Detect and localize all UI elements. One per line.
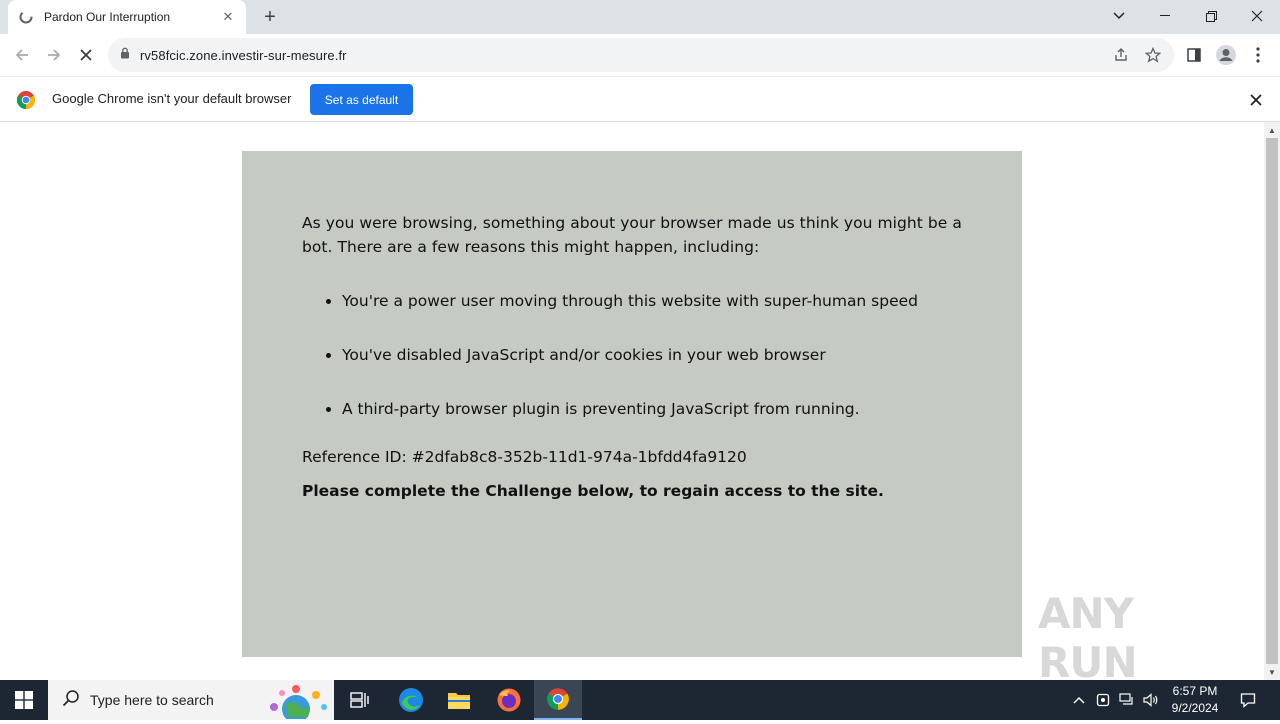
close-window-button[interactable] — [1234, 0, 1280, 32]
bookmark-star-icon[interactable] — [1138, 38, 1168, 72]
task-view-icon[interactable] — [336, 680, 384, 720]
forward-button[interactable] — [38, 39, 70, 71]
search-placeholder: Type here to search — [90, 692, 214, 708]
taskbar-search-box[interactable]: Type here to search — [48, 680, 334, 723]
minimize-button[interactable] — [1142, 0, 1188, 32]
watermark-text: ANY RUN — [1038, 589, 1138, 687]
scroll-down-icon[interactable]: ▼ — [1264, 664, 1280, 680]
set-as-default-button[interactable]: Set as default — [310, 84, 413, 115]
start-button[interactable] — [0, 680, 48, 720]
clock-time: 6:57 PM — [1172, 684, 1218, 698]
profile-avatar-icon[interactable] — [1210, 39, 1242, 71]
reference-id: Reference ID: #2dfab8c8-352b-11d1-974a-1… — [302, 448, 747, 466]
share-icon[interactable] — [1106, 38, 1136, 72]
list-item: A third-party browser plugin is preventi… — [342, 397, 962, 421]
edge-icon[interactable] — [387, 680, 435, 720]
notifications-icon[interactable] — [1234, 680, 1262, 720]
volume-icon[interactable] — [1140, 680, 1162, 720]
tab-search-icon[interactable] — [1096, 0, 1142, 32]
new-tab-button[interactable]: + — [258, 6, 282, 28]
challenge-prompt: Please complete the Challenge below, to … — [302, 482, 884, 500]
clock-date: 9/2/2024 — [1171, 701, 1219, 715]
restore-button[interactable] — [1188, 0, 1234, 32]
loading-favicon-icon — [18, 9, 34, 25]
earth-doodle-icon — [260, 683, 330, 724]
tab-strip: Pardon Our Interruption ✕ + — [0, 0, 1280, 34]
chrome-logo-icon — [16, 90, 36, 110]
firefox-icon[interactable] — [485, 680, 533, 720]
scroll-thumb[interactable] — [1266, 138, 1278, 664]
address-bar[interactable]: rv58fcic.zone.investir-sur-mesure.fr — [108, 38, 1174, 72]
tab-title: Pardon Our Interruption — [44, 10, 171, 24]
bot-challenge-card: As you were browsing, something about yo… — [242, 151, 1022, 657]
anyrun-watermark: ANY RUN — [1038, 589, 1238, 687]
infobar-message: Google Chrome isn't your default browser — [52, 91, 292, 106]
scroll-up-icon[interactable]: ▲ — [1264, 122, 1280, 138]
back-button[interactable] — [6, 39, 38, 71]
tray-chevron-up-icon[interactable] — [1068, 680, 1090, 720]
taskbar-clock[interactable]: 6:57 PM 9/2/2024 — [1160, 683, 1230, 717]
stop-loading-button[interactable] — [70, 39, 102, 71]
url-text[interactable]: rv58fcic.zone.investir-sur-mesure.fr — [140, 48, 347, 63]
side-panel-icon[interactable] — [1178, 39, 1210, 71]
infobar-close-icon[interactable] — [1246, 90, 1266, 110]
browser-tab[interactable]: Pardon Our Interruption ✕ — [8, 0, 246, 34]
chrome-icon[interactable] — [534, 680, 582, 720]
tab-close-icon[interactable]: ✕ — [220, 9, 236, 25]
intro-text: As you were browsing, something about yo… — [302, 214, 962, 256]
default-browser-infobar: Google Chrome isn't your default browser… — [0, 76, 1280, 122]
reasons-list: You're a power user moving through this … — [302, 289, 962, 421]
vertical-scrollbar[interactable]: ▲ ▼ — [1264, 122, 1280, 680]
browser-toolbar: rv58fcic.zone.investir-sur-mesure.fr — [0, 34, 1280, 76]
search-icon — [62, 689, 80, 712]
meet-now-icon[interactable] — [1092, 680, 1114, 720]
menu-kebab-icon[interactable] — [1242, 39, 1274, 71]
network-icon[interactable] — [1116, 680, 1138, 720]
list-item: You're a power user moving through this … — [342, 289, 962, 313]
lock-icon[interactable] — [120, 46, 130, 64]
list-item: You've disabled JavaScript and/or cookie… — [342, 343, 962, 367]
file-explorer-icon[interactable] — [435, 680, 483, 720]
windows-taskbar: Type here to search 6:57 PM 9/2/2024 — [0, 680, 1280, 723]
